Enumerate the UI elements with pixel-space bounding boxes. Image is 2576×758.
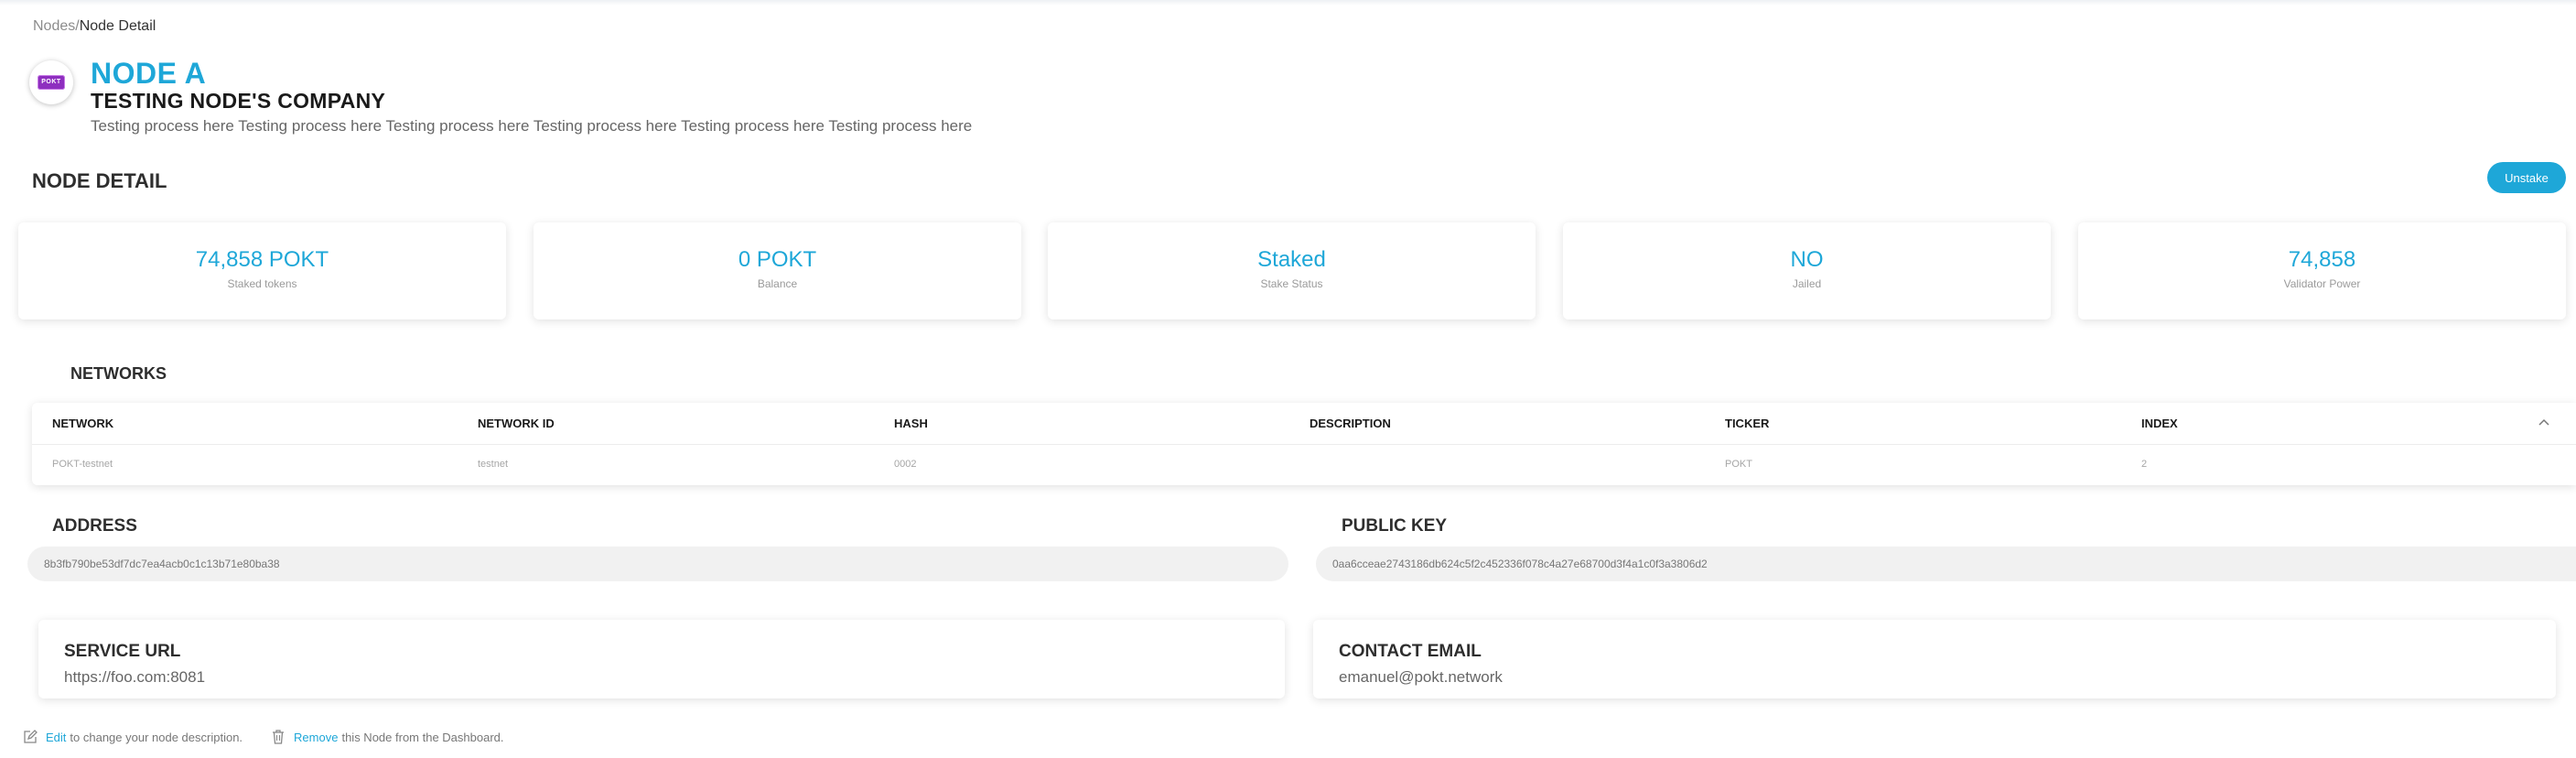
stat-label: Jailed	[1792, 277, 1822, 290]
stat-card-validator-power: 74,858 Validator Power	[2078, 222, 2566, 319]
remove-action: Remove this Node from the Dashboard.	[270, 729, 504, 745]
public-key-title: PUBLIC KEY	[1342, 516, 1448, 536]
remove-link[interactable]: Remove	[294, 731, 338, 744]
edit-description: to change your node description.	[70, 730, 243, 744]
stat-value: 74,858 POKT	[195, 247, 329, 272]
networks-table: NETWORK NETWORK ID HASH DESCRIPTION TICK…	[32, 403, 2576, 485]
column-header-network-id[interactable]: NETWORK ID	[478, 403, 555, 444]
stat-card-jailed: NO Jailed	[1563, 222, 2051, 319]
node-name: NODE A	[91, 57, 207, 90]
breadcrumb: Nodes/Node Detail	[33, 18, 156, 35]
unstake-button[interactable]: Unstake	[2487, 162, 2566, 193]
stat-value: Staked	[1257, 247, 1326, 272]
pokt-logo-icon: POKT	[38, 75, 65, 90]
column-header-network[interactable]: NETWORK	[52, 403, 113, 444]
stat-label: Stake Status	[1260, 277, 1323, 290]
cell-ticker: POKT	[1725, 459, 1752, 470]
chevron-up-icon[interactable]	[2538, 416, 2550, 428]
stat-value: 0 POKT	[738, 247, 817, 272]
column-header-ticker[interactable]: TICKER	[1725, 403, 1769, 444]
top-bar	[0, 0, 2576, 5]
edit-link[interactable]: Edit	[46, 731, 66, 744]
node-description: Testing process here Testing process her…	[91, 117, 973, 135]
node-avatar: POKT	[29, 60, 73, 104]
column-header-description[interactable]: DESCRIPTION	[1310, 403, 1391, 444]
stat-label: Validator Power	[2283, 277, 2361, 290]
breadcrumb-current: Node Detail	[79, 18, 156, 34]
cell-network-id: testnet	[478, 459, 509, 470]
address-title: ADDRESS	[52, 516, 137, 536]
breadcrumb-nodes-link[interactable]: Nodes	[33, 18, 75, 34]
edit-action: Edit to change your node description.	[22, 729, 243, 745]
contact-email-card: CONTACT EMAIL emanuel@pokt.network	[1313, 620, 2556, 698]
stat-label: Staked tokens	[227, 277, 297, 290]
trash-icon[interactable]	[270, 729, 286, 745]
stat-card-staked-tokens: 74,858 POKT Staked tokens	[18, 222, 506, 319]
remove-description: this Node from the Dashboard.	[341, 730, 504, 744]
node-detail-title: NODE DETAIL	[32, 169, 167, 192]
address-field[interactable]: 8b3fb790be53df7dc7ea4acb0c1c13b71e80ba38	[27, 547, 1288, 581]
stat-value: 74,858	[2288, 247, 2356, 272]
stat-label: Balance	[757, 277, 798, 290]
service-url-card: SERVICE URL https://foo.com:8081	[38, 620, 1285, 698]
service-url-title: SERVICE URL	[64, 642, 181, 661]
stat-card-stake-status: Staked Stake Status	[1048, 222, 1536, 319]
column-header-hash[interactable]: HASH	[894, 403, 928, 444]
footer-actions: Edit to change your node description. Re…	[22, 728, 532, 746]
contact-email-title: CONTACT EMAIL	[1339, 642, 1482, 661]
table-row[interactable]: POKT-testnet testnet 0002 POKT 2	[32, 446, 2576, 482]
node-company: TESTING NODE'S COMPANY	[91, 89, 386, 113]
cell-hash: 0002	[894, 459, 917, 470]
edit-icon[interactable]	[22, 729, 38, 745]
table-header: NETWORK NETWORK ID HASH DESCRIPTION TICK…	[32, 403, 2576, 445]
service-url-value: https://foo.com:8081	[64, 668, 206, 686]
stat-value: NO	[1790, 247, 1824, 272]
cell-network: POKT-testnet	[52, 459, 113, 470]
column-header-index[interactable]: INDEX	[2141, 403, 2178, 444]
networks-title: NETWORKS	[70, 364, 167, 383]
public-key-field[interactable]: 0aa6cceae2743186db624c5f2c452336f078c4a2…	[1316, 547, 2576, 581]
cell-index: 2	[2141, 459, 2148, 470]
stat-card-balance: 0 POKT Balance	[534, 222, 1021, 319]
contact-email-value: emanuel@pokt.network	[1339, 668, 1503, 686]
